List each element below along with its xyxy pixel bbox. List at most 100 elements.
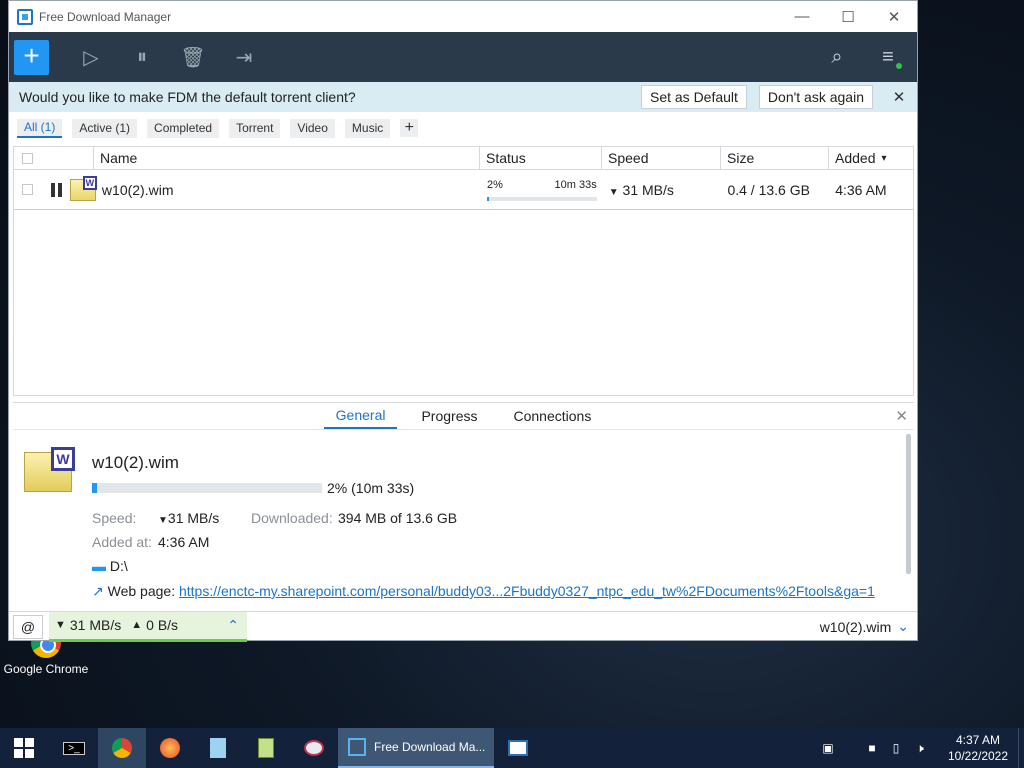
details-tabs: General Progress Connections ✕ (13, 403, 914, 429)
delete-icon[interactable]: 🗑 (169, 40, 217, 75)
chevron-down-icon: ⌄ (897, 618, 909, 634)
down-arrow-icon: ▼ (158, 515, 168, 526)
sort-chevron-icon: ▾ (881, 152, 887, 164)
chevron-up-icon: ⌃ (227, 616, 239, 633)
row-eta: 10m 33s (554, 178, 597, 191)
window-icon (508, 740, 528, 756)
status-bar: @ ▼ 31 MB/s ▲ 0 B/s ⌃ w10(2).wim ⌄ (9, 611, 917, 642)
pause-all-icon[interactable]: ⏸ (118, 40, 166, 75)
speed-summary[interactable]: ▼ 31 MB/s ▲ 0 B/s ⌃ (49, 611, 247, 642)
toolbar: + ▷ ⏸ 🗑 ⇥ ⌕ ≡ (9, 32, 917, 82)
down-arrow-icon: ▼ (608, 186, 619, 198)
windows-icon (14, 738, 34, 758)
downloaded-value: 394 MB of 13.6 GB (338, 510, 458, 526)
banner-close-icon[interactable]: ✕ (885, 88, 913, 106)
add-filter-icon[interactable]: + (400, 119, 419, 137)
notepad-icon (210, 738, 226, 758)
added-label: Added at: (92, 534, 152, 550)
fdm-app-icon (17, 8, 33, 25)
maximize-button[interactable]: ☐ (825, 1, 871, 32)
taskbar-cmd[interactable]: >_ (50, 728, 98, 768)
details-scrollbar[interactable] (906, 434, 911, 574)
folder-line[interactable]: ▬ D:\ (92, 558, 128, 574)
pause-icon[interactable] (50, 182, 62, 197)
current-file-indicator[interactable]: w10(2).wim ⌄ (820, 618, 909, 635)
color-icon[interactable]: ■ (860, 741, 884, 755)
table-row[interactable]: W w10(2).wim 2% 10m 33s ▼ 31 MB/s 0.4 / … (14, 170, 913, 210)
tab-general[interactable]: General (323, 403, 398, 429)
external-link-icon: ↗ (92, 583, 104, 599)
menu-icon[interactable]: ≡ (864, 40, 912, 75)
filter-completed[interactable]: Completed (147, 118, 220, 138)
web-page-link[interactable]: https://enctc-my.sharepoint.com/personal… (179, 583, 875, 599)
speed-value-text: 31 MB/s (167, 510, 220, 526)
added-label-text: Added at: (92, 534, 152, 550)
row-checkbox[interactable] (22, 184, 33, 195)
usb-icon[interactable]: ▯ (884, 741, 908, 755)
clock[interactable]: 4:37 AM 10/22/2022 (938, 732, 1018, 764)
show-desktop-button[interactable] (1018, 728, 1024, 768)
filter-music[interactable]: Music (344, 118, 391, 138)
download-speed: 31 MB/s (69, 617, 122, 633)
row-status: 2% 10m 33s (481, 179, 603, 201)
downloaded-label-text: Downloaded: (251, 510, 333, 526)
speed-label-text: Speed: (92, 510, 137, 526)
tab-connections[interactable]: Connections (502, 403, 604, 429)
banner-message: Would you like to make FDM the default t… (19, 89, 356, 105)
chrome-icon (112, 738, 132, 758)
window-title: Free Download Manager (39, 9, 172, 24)
taskbar-notepad[interactable] (194, 728, 242, 768)
dont-ask-again-button[interactable]: Don't ask again (758, 85, 873, 109)
row-percent: 2% (487, 178, 503, 191)
move-icon[interactable]: ⇥ (220, 40, 268, 75)
start-button[interactable] (0, 728, 48, 768)
column-size[interactable]: Size (721, 147, 829, 169)
close-button[interactable]: ✕ (871, 1, 917, 32)
column-added-label: Added (835, 150, 876, 166)
taskbar-editor[interactable] (242, 728, 290, 768)
editor-icon (258, 738, 274, 758)
search-icon[interactable]: ⌕ (813, 40, 861, 75)
down-arrow-icon: ▼ (55, 619, 66, 631)
row-speed: ▼ 31 MB/s (603, 182, 722, 198)
column-added[interactable]: Added ▾ (829, 147, 913, 169)
details-progress-text: 2% (10m 33s) (327, 480, 415, 496)
speed-label: Speed: (92, 510, 136, 526)
hamburger-icon: ≡ (882, 45, 894, 68)
upload-speed: 0 B/s (146, 617, 179, 633)
set-as-default-button[interactable]: Set as Default (640, 85, 747, 109)
default-client-banner: Would you like to make FDM the default t… (9, 82, 917, 112)
tab-progress[interactable]: Progress (409, 403, 489, 429)
details-file-name: w10(2).wim (92, 453, 179, 472)
select-all-checkbox[interactable] (22, 152, 33, 164)
added-value: 4:36 AM (158, 534, 210, 550)
snail-mode-icon[interactable]: @ (13, 614, 43, 639)
column-speed[interactable]: Speed (602, 147, 721, 169)
column-status[interactable]: Status (480, 147, 602, 169)
row-progress-bar (487, 196, 597, 201)
taskbar-paint[interactable] (290, 728, 338, 768)
details-progress-bar (92, 483, 322, 493)
filter-active[interactable]: Active (1) (72, 118, 138, 138)
filter-bar: All (1) Active (1) Completed Torrent Vid… (9, 112, 917, 144)
filter-video[interactable]: Video (290, 118, 335, 138)
fdm-taskbar-icon (348, 738, 366, 756)
filter-all[interactable]: All (1) (17, 118, 63, 138)
filter-torrent[interactable]: Torrent (229, 118, 281, 138)
taskbar-fdm[interactable]: Free Download Ma... (338, 728, 494, 768)
taskbar-chrome[interactable] (98, 728, 146, 768)
start-icon[interactable]: ▷ (67, 40, 115, 75)
row-added: 4:36 AM (835, 181, 887, 198)
clock-time: 4:37 AM (955, 733, 1001, 747)
fdm-window: Free Download Manager — ☐ ✕ + ▷ ⏸ 🗑 ⇥ ⌕ … (8, 0, 918, 642)
taskbar-explorer[interactable] (494, 728, 542, 768)
network-share-icon[interactable]: ▣ (816, 741, 840, 755)
online-dot-icon (896, 62, 902, 69)
column-name[interactable]: Name (94, 147, 480, 169)
folder-icon: ▬ (92, 558, 106, 574)
volume-muted-icon[interactable]: 🕨 (908, 741, 932, 756)
add-download-button[interactable]: + (14, 39, 49, 75)
minimize-button[interactable]: — (779, 1, 825, 32)
details-close-icon[interactable]: ✕ (895, 407, 908, 425)
taskbar-firefox[interactable] (146, 728, 194, 768)
